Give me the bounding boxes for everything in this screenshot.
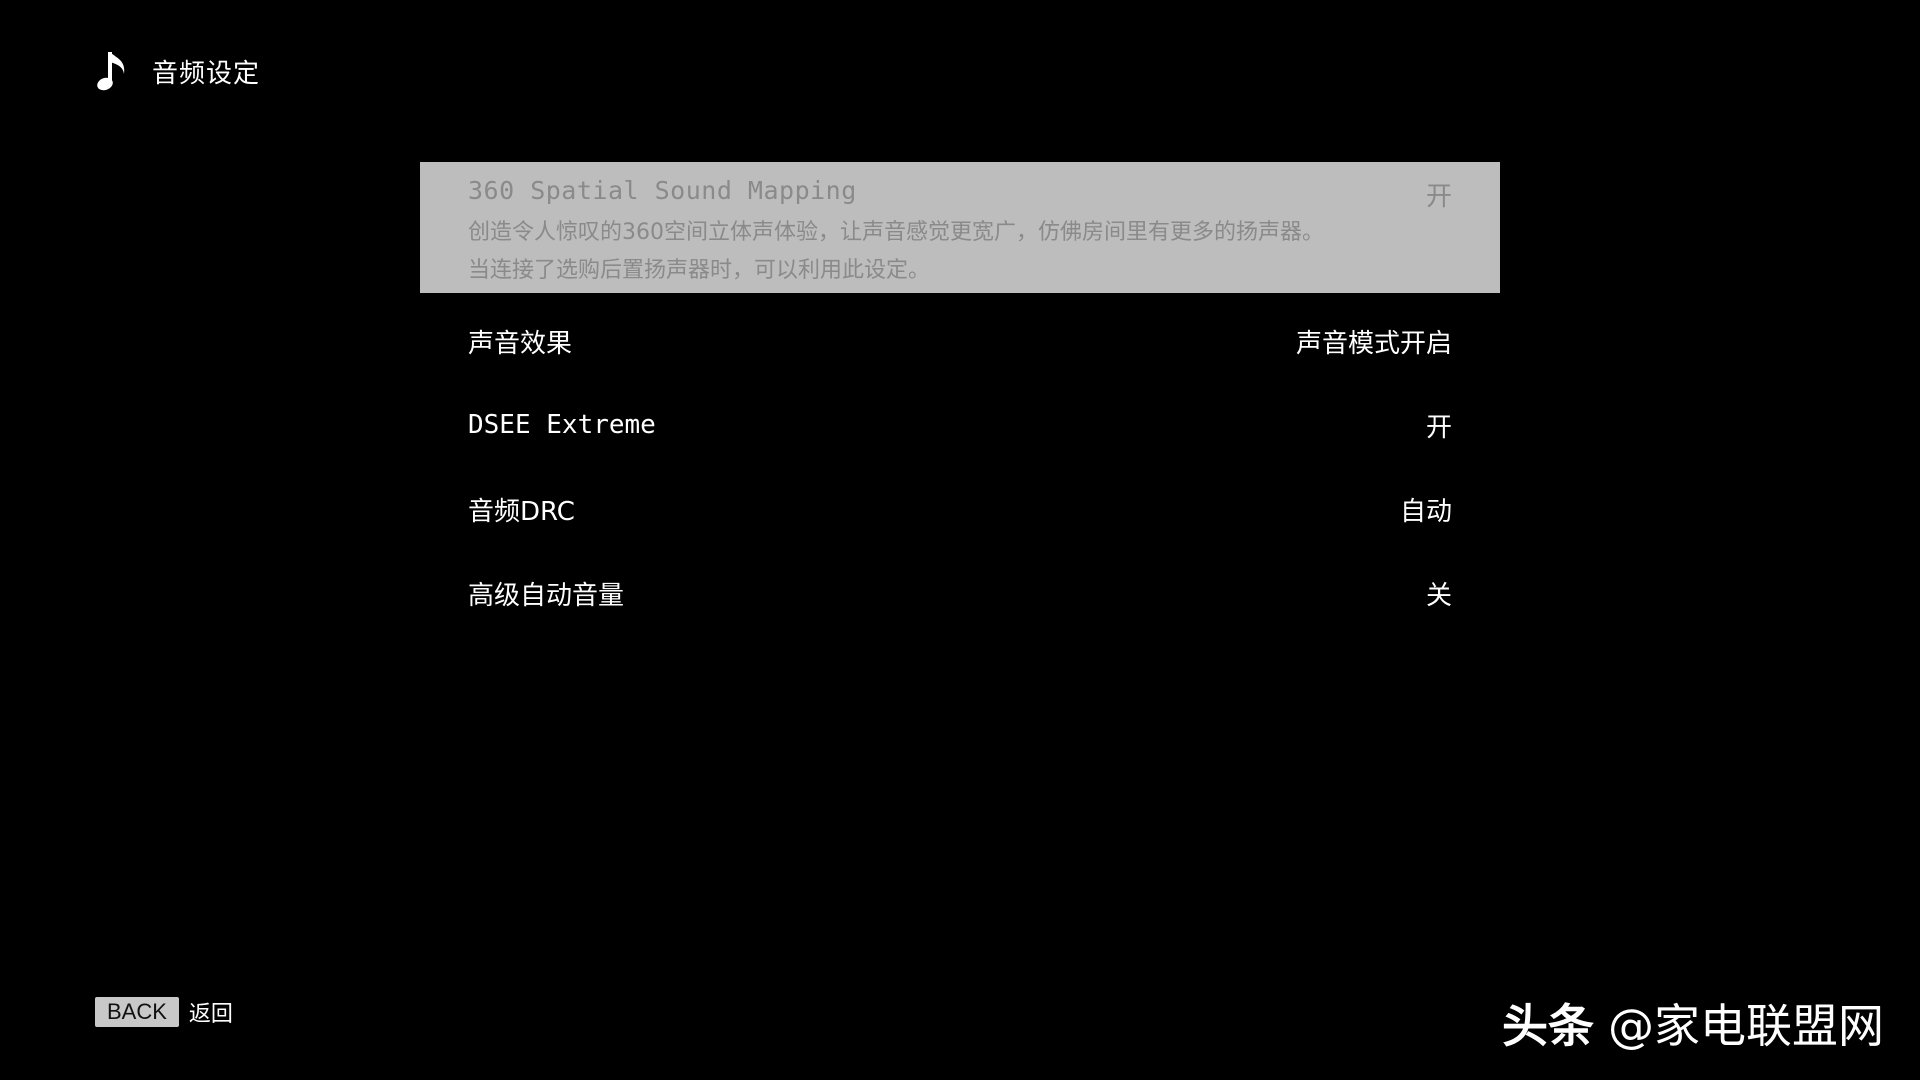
- menu-item-label: 音频DRC: [468, 496, 575, 527]
- watermark-brand: 头条: [1502, 999, 1594, 1053]
- back-key-badge[interactable]: BACK: [95, 997, 179, 1027]
- watermark-handle: @家电联盟网: [1608, 999, 1884, 1053]
- menu-item-label: 声音效果: [468, 328, 573, 359]
- settings-menu: 360 Spatial Sound Mapping 开 创造令人惊叹的360空间…: [420, 162, 1500, 635]
- menu-item-value: 自动: [1399, 496, 1452, 527]
- page-title: 音频设定: [152, 58, 261, 89]
- menu-item-value: 关: [1425, 580, 1452, 611]
- menu-item-label: DSEE Extreme: [468, 410, 656, 440]
- menu-item-audio-drc[interactable]: 音频DRC 自动: [420, 467, 1500, 551]
- watermark: 头条 @家电联盟网: [1502, 990, 1884, 1056]
- menu-item-advanced-auto-volume[interactable]: 高级自动音量 关: [420, 551, 1500, 635]
- back-label: 返回: [188, 1002, 233, 1027]
- audio-settings-screen: 音频设定 360 Spatial Sound Mapping 开 创造令人惊叹的…: [0, 0, 1920, 1080]
- description-line: 创造令人惊叹的360空间立体声体验，让声音感觉更宽广，仿佛房间里有更多的扬声器。: [468, 220, 1324, 245]
- menu-item-dsee-extreme[interactable]: DSEE Extreme 开: [420, 383, 1500, 467]
- menu-item-label: 高级自动音量: [468, 580, 625, 611]
- menu-item-label: 360 Spatial Sound Mapping: [468, 176, 857, 205]
- menu-item-value: 开: [1425, 182, 1452, 212]
- menu-item-description: 创造令人惊叹的360空间立体声体验，让声音感觉更宽广，仿佛房间里有更多的扬声器。…: [468, 214, 1324, 290]
- back-hint[interactable]: BACK 返回: [95, 996, 233, 1028]
- description-line: 当连接了选购后置扬声器时，可以利用此设定。: [468, 258, 931, 283]
- menu-item-value: 开: [1425, 412, 1452, 443]
- music-note-icon: [97, 52, 125, 91]
- page-header: 音频设定: [96, 48, 260, 94]
- menu-item-value: 声音模式开启: [1295, 328, 1452, 359]
- menu-item-sound-effect[interactable]: 声音效果 声音模式开启: [420, 299, 1500, 383]
- menu-item-360-spatial-sound-mapping[interactable]: 360 Spatial Sound Mapping 开 创造令人惊叹的360空间…: [420, 162, 1500, 293]
